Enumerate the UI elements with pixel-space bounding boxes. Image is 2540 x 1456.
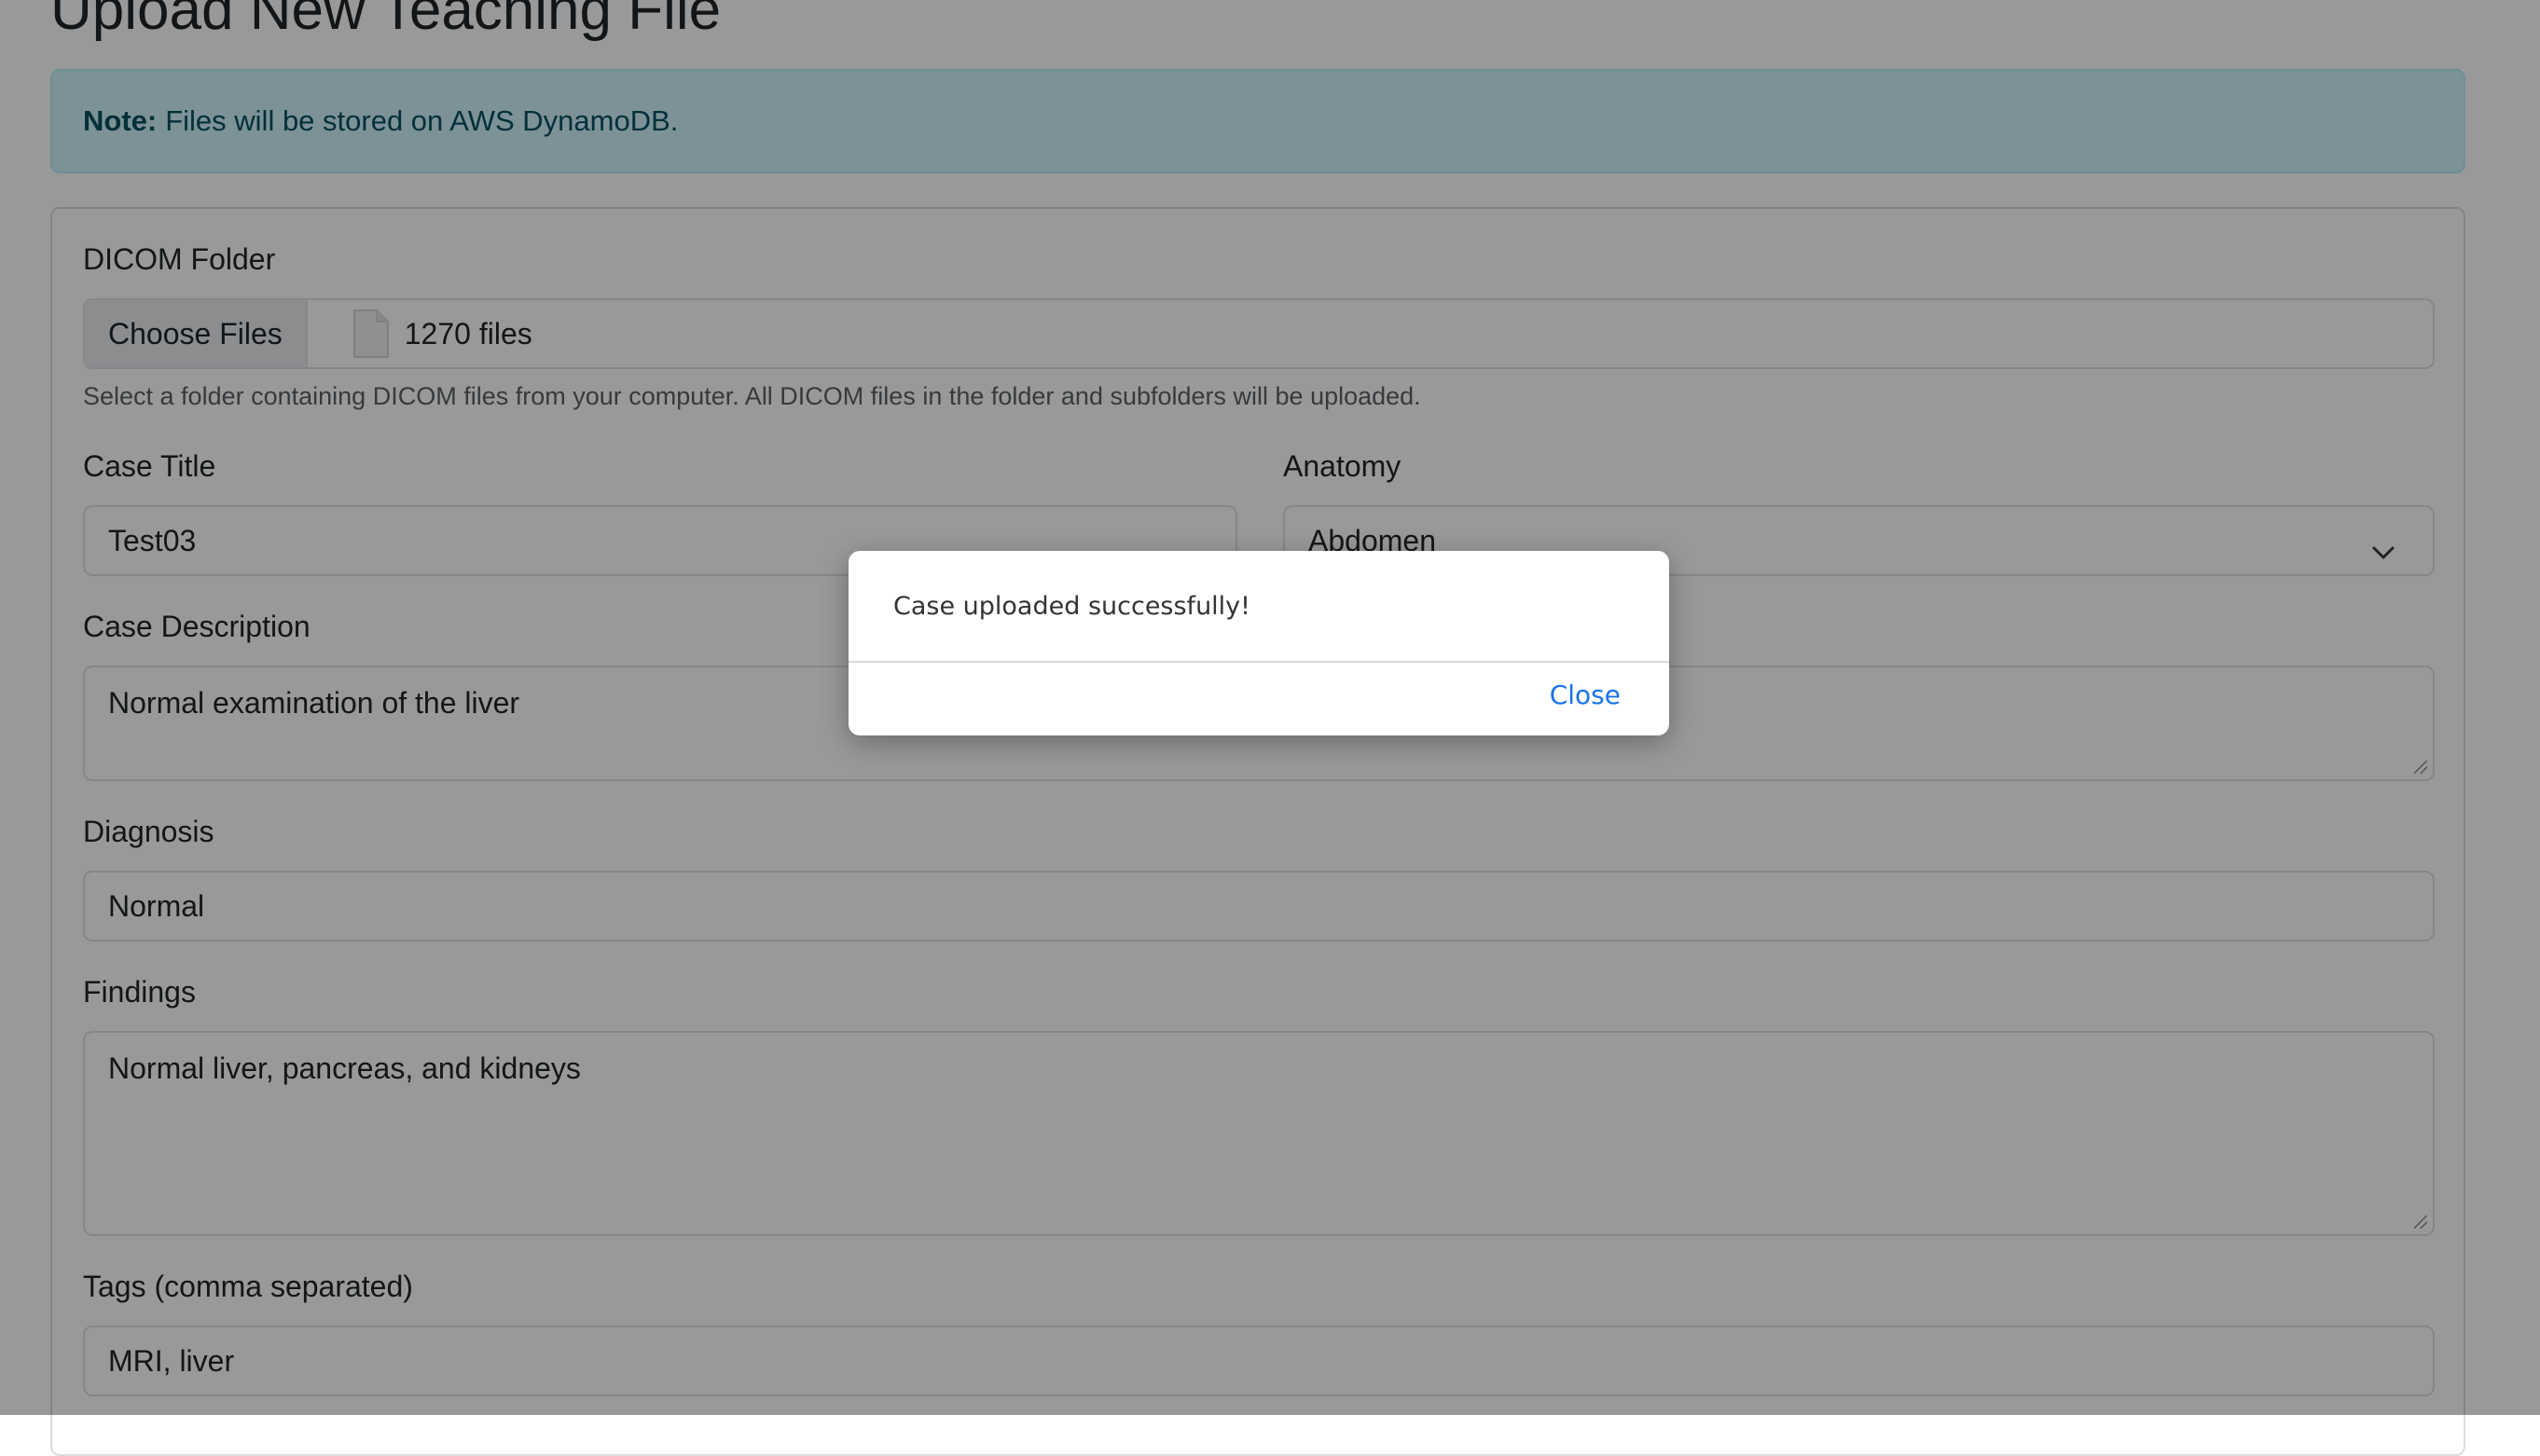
dialog-divider <box>849 661 1669 663</box>
close-button[interactable]: Close <box>1550 680 1621 710</box>
alert-dialog: Case uploaded successfully! Close <box>849 551 1669 735</box>
dialog-message: Case uploaded successfully! <box>893 592 1250 621</box>
